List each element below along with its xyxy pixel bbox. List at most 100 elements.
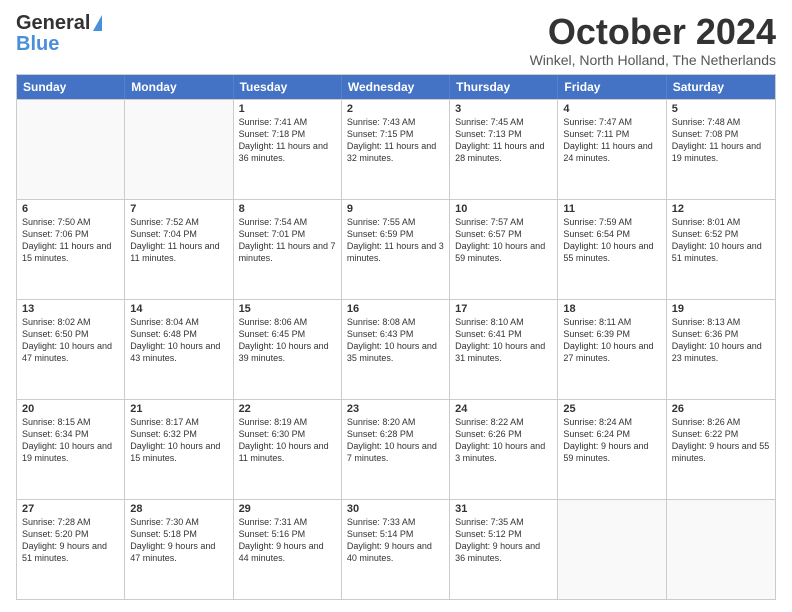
page: General Blue October 2024 Winkel, North …	[0, 0, 792, 612]
day-number: 16	[347, 303, 444, 315]
cell-info: Sunrise: 8:19 AMSunset: 6:30 PMDaylight:…	[239, 417, 329, 463]
calendar-cell	[17, 100, 125, 199]
weekday-header: Friday	[558, 75, 666, 99]
day-number: 4	[563, 103, 660, 115]
header: General Blue October 2024 Winkel, North …	[16, 12, 776, 68]
day-number: 13	[22, 303, 119, 315]
logo: General Blue	[16, 12, 102, 53]
calendar-cell: 20 Sunrise: 8:15 AMSunset: 6:34 PMDayligh…	[17, 400, 125, 499]
day-number: 17	[455, 303, 552, 315]
day-number: 11	[563, 203, 660, 215]
day-number: 31	[455, 503, 552, 515]
calendar-cell: 18 Sunrise: 8:11 AMSunset: 6:39 PMDayligh…	[558, 300, 666, 399]
cell-info: Sunrise: 7:52 AMSunset: 7:04 PMDaylight:…	[130, 217, 219, 263]
cell-info: Sunrise: 7:55 AMSunset: 6:59 PMDaylight:…	[347, 217, 444, 263]
cell-info: Sunrise: 8:26 AMSunset: 6:22 PMDaylight:…	[672, 417, 770, 463]
day-number: 10	[455, 203, 552, 215]
calendar-row: 13 Sunrise: 8:02 AMSunset: 6:50 PMDayligh…	[17, 299, 775, 399]
calendar-row: 27 Sunrise: 7:28 AMSunset: 5:20 PMDayligh…	[17, 499, 775, 599]
calendar-cell	[558, 500, 666, 599]
day-number: 27	[22, 503, 119, 515]
day-number: 30	[347, 503, 444, 515]
day-number: 1	[239, 103, 336, 115]
calendar-row: 1 Sunrise: 7:41 AMSunset: 7:18 PMDaylight…	[17, 99, 775, 199]
day-number: 19	[672, 303, 770, 315]
calendar-cell	[667, 500, 775, 599]
day-number: 9	[347, 203, 444, 215]
logo-general: General	[16, 12, 90, 35]
day-number: 20	[22, 403, 119, 415]
calendar-cell: 24Sunrise: 8:22 AMSunset: 6:26 PMDayligh…	[450, 400, 558, 499]
day-number: 28	[130, 503, 227, 515]
calendar-cell: 2 Sunrise: 7:43 AMSunset: 7:15 PMDaylight…	[342, 100, 450, 199]
calendar-cell: 3Sunrise: 7:45 AMSunset: 7:13 PMDaylight…	[450, 100, 558, 199]
cell-info: Sunrise: 8:24 AMSunset: 6:24 PMDaylight:…	[563, 417, 648, 463]
weekday-header: Wednesday	[342, 75, 450, 99]
cell-info: Sunrise: 7:47 AMSunset: 7:11 PMDaylight:…	[563, 117, 652, 163]
cell-info: Sunrise: 7:33 AMSunset: 5:14 PMDaylight:…	[347, 517, 432, 563]
day-number: 26	[672, 403, 770, 415]
cell-info: Sunrise: 7:43 AMSunset: 7:15 PMDaylight:…	[347, 117, 436, 163]
calendar-cell: 22 Sunrise: 8:19 AMSunset: 6:30 PMDayligh…	[234, 400, 342, 499]
calendar-cell: 1 Sunrise: 7:41 AMSunset: 7:18 PMDaylight…	[234, 100, 342, 199]
cell-info: Sunrise: 7:50 AMSunset: 7:06 PMDaylight:…	[22, 217, 111, 263]
logo-triangle-icon	[93, 15, 102, 31]
weekday-header: Thursday	[450, 75, 558, 99]
calendar-cell: 7Sunrise: 7:52 AMSunset: 7:04 PMDaylight…	[125, 200, 233, 299]
cell-info: Sunrise: 8:01 AMSunset: 6:52 PMDaylight:…	[672, 217, 762, 263]
day-number: 29	[239, 503, 336, 515]
day-number: 18	[563, 303, 660, 315]
cell-info: Sunrise: 8:11 AMSunset: 6:39 PMDaylight:…	[563, 317, 653, 363]
weekday-header: Sunday	[17, 75, 125, 99]
cell-info: Sunrise: 8:15 AMSunset: 6:34 PMDaylight:…	[22, 417, 112, 463]
cell-info: Sunrise: 7:57 AMSunset: 6:57 PMDaylight:…	[455, 217, 545, 263]
day-number: 15	[239, 303, 336, 315]
cell-info: Sunrise: 8:22 AMSunset: 6:26 PMDaylight:…	[455, 417, 545, 463]
cell-info: Sunrise: 8:06 AMSunset: 6:45 PMDaylight:…	[239, 317, 329, 363]
calendar-cell: 16Sunrise: 8:08 AMSunset: 6:43 PMDayligh…	[342, 300, 450, 399]
calendar-cell: 29 Sunrise: 7:31 AMSunset: 5:16 PMDayligh…	[234, 500, 342, 599]
day-number: 12	[672, 203, 770, 215]
cell-info: Sunrise: 8:02 AMSunset: 6:50 PMDaylight:…	[22, 317, 112, 363]
weekday-header: Monday	[125, 75, 233, 99]
calendar-cell: 14 Sunrise: 8:04 AMSunset: 6:48 PMDayligh…	[125, 300, 233, 399]
calendar-cell: 17Sunrise: 8:10 AMSunset: 6:41 PMDayligh…	[450, 300, 558, 399]
weekday-header: Saturday	[667, 75, 775, 99]
calendar: SundayMondayTuesdayWednesdayThursdayFrid…	[16, 74, 776, 600]
calendar-row: 20 Sunrise: 8:15 AMSunset: 6:34 PMDayligh…	[17, 399, 775, 499]
calendar-cell: 10 Sunrise: 7:57 AMSunset: 6:57 PMDayligh…	[450, 200, 558, 299]
calendar-cell: 26 Sunrise: 8:26 AMSunset: 6:22 PMDayligh…	[667, 400, 775, 499]
calendar-header: SundayMondayTuesdayWednesdayThursdayFrid…	[17, 75, 775, 99]
day-number: 22	[239, 403, 336, 415]
day-number: 8	[239, 203, 336, 215]
cell-info: Sunrise: 7:59 AMSunset: 6:54 PMDaylight:…	[563, 217, 653, 263]
logo-blue: Blue	[16, 35, 59, 53]
calendar-cell: 19Sunrise: 8:13 AMSunset: 6:36 PMDayligh…	[667, 300, 775, 399]
calendar-cell: 6Sunrise: 7:50 AMSunset: 7:06 PMDaylight…	[17, 200, 125, 299]
calendar-cell: 8Sunrise: 7:54 AMSunset: 7:01 PMDaylight…	[234, 200, 342, 299]
calendar-cell: 5 Sunrise: 7:48 AMSunset: 7:08 PMDaylight…	[667, 100, 775, 199]
weekday-header: Tuesday	[234, 75, 342, 99]
day-number: 2	[347, 103, 444, 115]
calendar-cell: 21Sunrise: 8:17 AMSunset: 6:32 PMDayligh…	[125, 400, 233, 499]
calendar-cell: 25 Sunrise: 8:24 AMSunset: 6:24 PMDayligh…	[558, 400, 666, 499]
calendar-cell: 11 Sunrise: 7:59 AMSunset: 6:54 PMDayligh…	[558, 200, 666, 299]
calendar-cell: 13 Sunrise: 8:02 AMSunset: 6:50 PMDayligh…	[17, 300, 125, 399]
cell-info: Sunrise: 7:41 AMSunset: 7:18 PMDaylight:…	[239, 117, 328, 163]
cell-info: Sunrise: 7:48 AMSunset: 7:08 PMDaylight:…	[672, 117, 761, 163]
cell-info: Sunrise: 7:31 AMSunset: 5:16 PMDaylight:…	[239, 517, 324, 563]
day-number: 14	[130, 303, 227, 315]
location: Winkel, North Holland, The Netherlands	[530, 52, 776, 68]
day-number: 21	[130, 403, 227, 415]
calendar-cell: 9 Sunrise: 7:55 AMSunset: 6:59 PMDaylight…	[342, 200, 450, 299]
calendar-cell: 4 Sunrise: 7:47 AMSunset: 7:11 PMDaylight…	[558, 100, 666, 199]
day-number: 23	[347, 403, 444, 415]
calendar-cell: 15 Sunrise: 8:06 AMSunset: 6:45 PMDayligh…	[234, 300, 342, 399]
cell-info: Sunrise: 7:28 AMSunset: 5:20 PMDaylight:…	[22, 517, 107, 563]
calendar-cell: 23 Sunrise: 8:20 AMSunset: 6:28 PMDayligh…	[342, 400, 450, 499]
cell-info: Sunrise: 8:20 AMSunset: 6:28 PMDaylight:…	[347, 417, 437, 463]
day-number: 5	[672, 103, 770, 115]
day-number: 25	[563, 403, 660, 415]
cell-info: Sunrise: 7:30 AMSunset: 5:18 PMDaylight:…	[130, 517, 215, 563]
cell-info: Sunrise: 8:04 AMSunset: 6:48 PMDaylight:…	[130, 317, 220, 363]
